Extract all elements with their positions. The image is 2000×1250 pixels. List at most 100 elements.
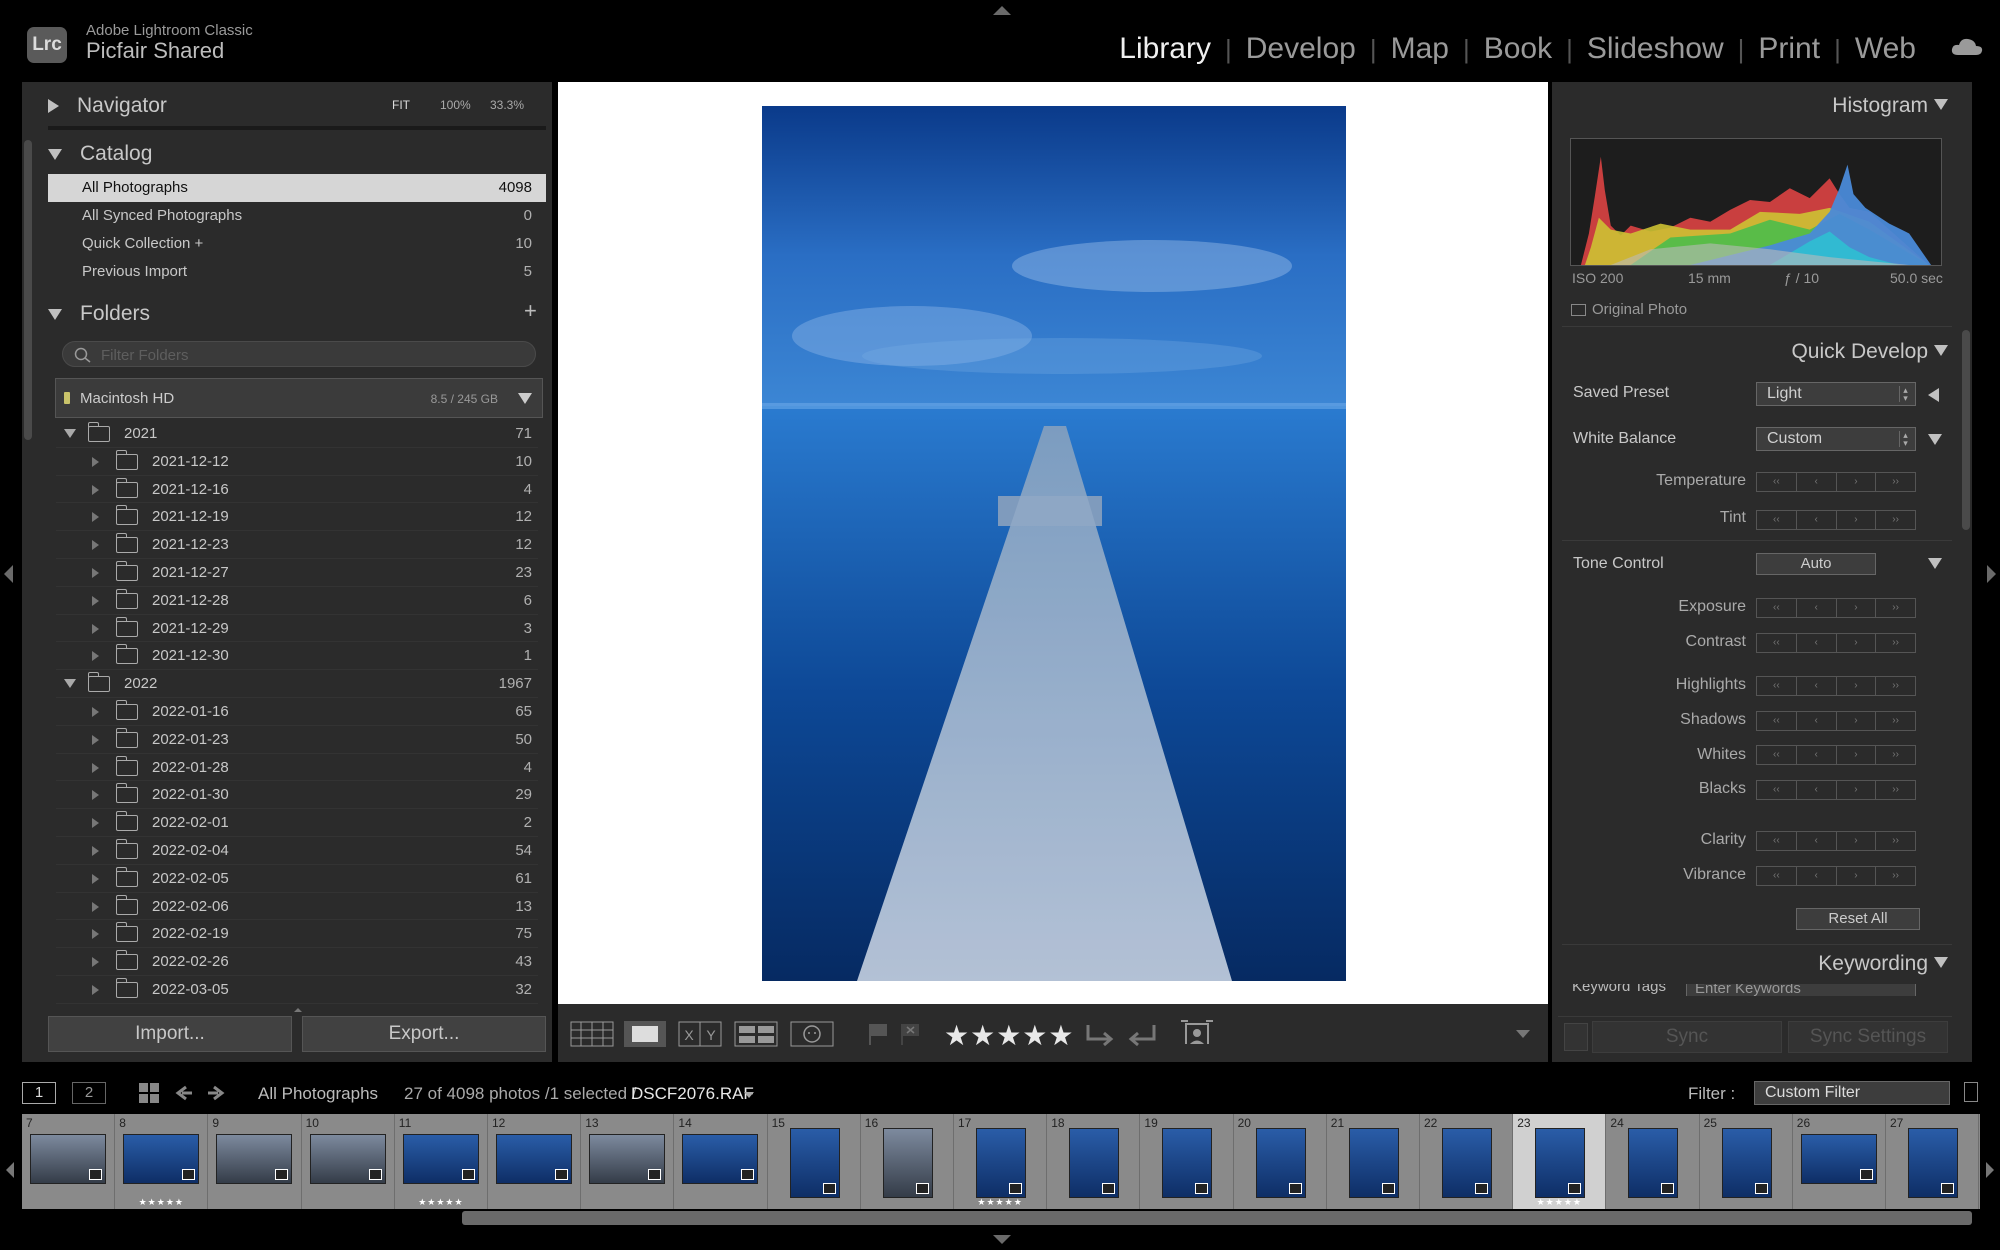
folder-row[interactable]: 2022-02-01 2 xyxy=(56,809,538,837)
filmstrip-cell[interactable]: 11 ★★★★★ xyxy=(395,1114,488,1209)
filmstrip-cell[interactable]: 23 ★★★★★ xyxy=(1513,1114,1607,1209)
folder-row[interactable]: 2022-01-30 29 xyxy=(56,781,538,810)
export-button[interactable]: Export... xyxy=(302,1016,546,1052)
filmstrip-scrollbar[interactable] xyxy=(462,1211,1972,1225)
disclosure-right-icon[interactable] xyxy=(92,540,99,551)
filmstrip-thumbnail[interactable] xyxy=(1628,1128,1679,1198)
filename-menu-icon[interactable] xyxy=(744,1092,754,1098)
filmstrip-cell[interactable]: 10 xyxy=(302,1114,395,1209)
filmstrip-cell[interactable]: 15 xyxy=(768,1114,861,1209)
auto-sync-toggle[interactable] xyxy=(1564,1023,1588,1051)
collapse-left-panel-icon[interactable] xyxy=(4,565,13,583)
disclosure-right-icon[interactable] xyxy=(92,790,99,801)
disclosure-left-icon[interactable] xyxy=(1928,388,1939,402)
filter-lock-icon[interactable] xyxy=(1964,1082,1978,1102)
disclosure-right-icon[interactable] xyxy=(92,484,99,495)
volume-macintosh-hd[interactable]: Macintosh HD 8.5 / 245 GB xyxy=(55,378,543,418)
catalog-item-quick-collection[interactable]: Quick Collection + 10 xyxy=(48,230,546,258)
module-library[interactable]: Library xyxy=(1105,32,1225,66)
filmstrip-cell[interactable]: 18 xyxy=(1047,1114,1141,1209)
filmstrip-cell[interactable]: 19 xyxy=(1140,1114,1234,1209)
disclosure-right-icon[interactable] xyxy=(92,651,99,662)
filmstrip-thumbnail[interactable] xyxy=(976,1128,1026,1198)
disclosure-right-icon[interactable] xyxy=(92,595,99,606)
filmstrip-cell[interactable]: 27 xyxy=(1886,1114,1980,1209)
filmstrip-thumbnail[interactable] xyxy=(1162,1128,1213,1198)
catalog-header[interactable]: Catalog xyxy=(48,142,152,166)
disclosure-right-icon[interactable] xyxy=(92,568,99,578)
main-photo[interactable] xyxy=(762,106,1346,981)
histogram-header[interactable]: Histogram xyxy=(1832,94,1928,118)
saved-preset-dropdown[interactable]: Light ▴ ▾ xyxy=(1756,382,1916,406)
filmstrip-cell[interactable]: 22 xyxy=(1420,1114,1514,1209)
filmstrip-cell[interactable]: 24 xyxy=(1606,1114,1700,1209)
filmstrip-cell[interactable]: 14 xyxy=(674,1114,768,1209)
filmstrip-scroll-left-icon[interactable] xyxy=(6,1162,14,1178)
module-develop[interactable]: Develop xyxy=(1232,32,1370,66)
auto-tone-button[interactable]: Auto xyxy=(1756,553,1876,575)
disclosure-right-icon[interactable] xyxy=(92,901,99,912)
volume-menu-icon[interactable] xyxy=(518,393,532,404)
folder-row[interactable]: 2021-12-19 12 xyxy=(56,503,538,532)
toolbar-menu-icon[interactable] xyxy=(1516,1030,1530,1038)
grid-view-icon[interactable] xyxy=(570,1021,614,1047)
forward-arrow-icon[interactable] xyxy=(206,1082,226,1104)
folder-filter-input[interactable] xyxy=(101,345,521,365)
clarity-stepper[interactable]: ‹‹ ‹ › ›› xyxy=(1756,831,1916,851)
shadows-stepper[interactable]: ‹‹ ‹ › ›› xyxy=(1756,711,1916,731)
folder-row[interactable]: 2022-03-05 32 xyxy=(56,976,538,1004)
contrast-stepper[interactable]: ‹‹ ‹ › ›› xyxy=(1756,633,1916,653)
rotate-left-icon[interactable] xyxy=(1082,1021,1116,1047)
disclosure-right-icon[interactable] xyxy=(92,873,99,884)
folders-header[interactable]: Folders xyxy=(48,302,150,326)
folder-filter-field[interactable] xyxy=(62,341,536,367)
exposure-stepper[interactable]: ‹‹ ‹ › ›› xyxy=(1756,598,1916,618)
filmstrip-thumbnail[interactable] xyxy=(789,1128,840,1198)
zoom-100[interactable]: 100% xyxy=(440,98,471,112)
tint-stepper[interactable]: ‹‹ ‹ › ›› xyxy=(1756,510,1916,530)
keyword-tags-dropdown[interactable]: Enter Keywords xyxy=(1686,984,1916,996)
keywording-header[interactable]: Keywording xyxy=(1818,952,1928,976)
whites-stepper[interactable]: ‹‹ ‹ › ›› xyxy=(1756,745,1916,765)
folder-row[interactable]: 2022-01-16 65 xyxy=(56,698,538,726)
catalog-item-all-synced[interactable]: All Synced Photographs 0 xyxy=(48,202,546,230)
loupe-view-icon[interactable] xyxy=(624,1021,666,1047)
folder-row[interactable]: 2022-02-04 54 xyxy=(56,837,538,865)
back-arrow-icon[interactable] xyxy=(174,1082,194,1104)
disclosure-right-icon[interactable] xyxy=(92,512,99,523)
filmstrip-thumbnail[interactable] xyxy=(1908,1128,1958,1198)
right-panel-scrollbar[interactable] xyxy=(1962,330,1970,530)
add-folder-button[interactable]: + xyxy=(524,298,537,324)
disclosure-down-icon[interactable] xyxy=(1934,345,1948,356)
filmstrip-thumbnail[interactable] xyxy=(589,1134,666,1184)
primary-display-button[interactable]: 1 xyxy=(22,1082,56,1104)
flag-pick-icon[interactable] xyxy=(866,1021,890,1047)
flag-reject-icon[interactable] xyxy=(898,1021,922,1047)
left-panel-scrollbar[interactable] xyxy=(24,140,32,440)
module-print[interactable]: Print xyxy=(1744,32,1834,66)
filmstrip-cell[interactable]: 26 xyxy=(1793,1114,1886,1209)
module-slideshow[interactable]: Slideshow xyxy=(1573,32,1738,66)
filmstrip-source[interactable]: All Photographs xyxy=(258,1084,378,1104)
filmstrip-thumbnail[interactable] xyxy=(309,1134,386,1184)
catalog-item-previous-import[interactable]: Previous Import 5 xyxy=(48,258,546,286)
reset-all-button[interactable]: Reset All xyxy=(1796,908,1920,930)
filmstrip-cell[interactable]: 8 ★★★★★ xyxy=(115,1114,209,1209)
folder-row[interactable]: 2021-12-29 3 xyxy=(56,615,538,643)
filmstrip-cell[interactable]: 25 xyxy=(1700,1114,1793,1209)
collapse-right-panel-icon[interactable] xyxy=(1987,565,1996,583)
survey-view-icon[interactable] xyxy=(734,1021,778,1047)
folder-row[interactable]: 2021-12-30 1 xyxy=(56,642,538,671)
disclosure-down-icon[interactable] xyxy=(1928,558,1942,569)
catalog-item-all-photographs[interactable]: All Photographs 4098 xyxy=(48,174,546,202)
filmstrip-cell[interactable]: 13 xyxy=(581,1114,675,1209)
disclosure-right-icon[interactable] xyxy=(92,623,99,634)
disclosure-down-icon[interactable] xyxy=(64,429,76,438)
filmstrip-cell[interactable]: 12 xyxy=(488,1114,582,1209)
blacks-stepper[interactable]: ‹‹ ‹ › ›› xyxy=(1756,780,1916,800)
star-rating[interactable]: ★★★★★ xyxy=(944,1019,1075,1052)
folder-row[interactable]: 2021-12-12 10 xyxy=(56,448,538,476)
collapse-bottom-panel-icon[interactable] xyxy=(993,1235,1011,1244)
filmstrip-thumbnail[interactable] xyxy=(496,1134,572,1184)
disclosure-down-icon[interactable] xyxy=(64,679,76,689)
